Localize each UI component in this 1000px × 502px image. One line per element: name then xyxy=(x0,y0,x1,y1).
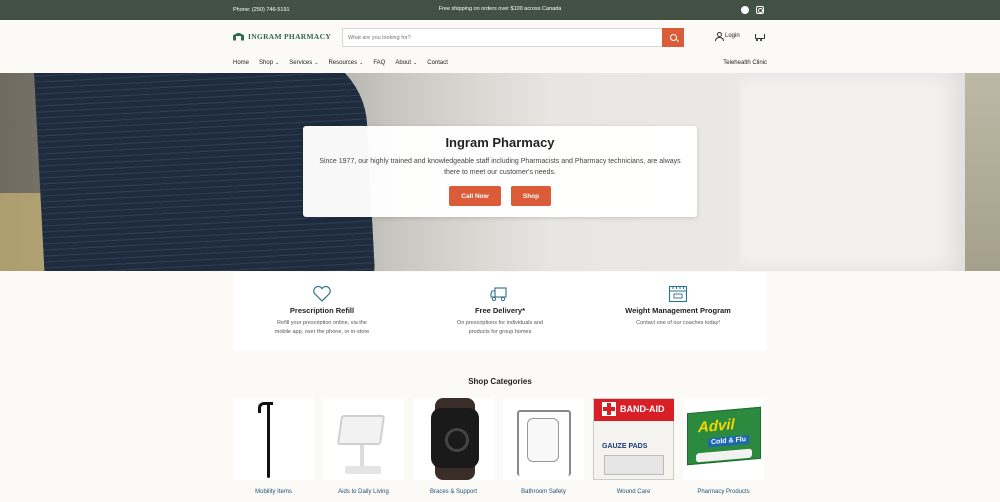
scale-icon xyxy=(668,285,688,303)
red-cross-icon xyxy=(602,402,616,416)
logo-text: INGRAM PHARMACY xyxy=(248,32,332,41)
lamp-stand xyxy=(360,445,364,467)
category-image xyxy=(503,398,584,480)
search-icon xyxy=(669,34,677,41)
site-header: INGRAM PHARMACY Login xyxy=(0,20,1000,53)
lamp-base xyxy=(345,466,381,474)
cane-image xyxy=(258,402,273,478)
nav-item-about[interactable]: About ⌄ xyxy=(395,60,417,66)
cart-icon[interactable] xyxy=(754,33,765,41)
product-brand: BAND-AID xyxy=(620,404,665,414)
facebook-icon[interactable] xyxy=(741,6,749,14)
category-image xyxy=(323,398,404,480)
search-bar xyxy=(342,28,684,47)
feature-prescription-refill[interactable]: Prescription Refill Refill your prescrip… xyxy=(233,272,411,351)
knee-brace-image xyxy=(431,408,479,468)
features-strip: Prescription Refill Refill your prescrip… xyxy=(233,272,767,351)
feature-title: Prescription Refill xyxy=(289,306,355,315)
nav-label: Contact xyxy=(427,60,448,66)
nav-item-faq[interactable]: FAQ xyxy=(373,60,385,66)
hero-card: Ingram Pharmacy Since 1977, our highly t… xyxy=(303,126,697,217)
search-button[interactable] xyxy=(662,28,684,47)
shipping-notice: Free shipping on orders over $100 across… xyxy=(438,6,562,12)
category-image: BAND-AID GAUZE PADS xyxy=(593,398,674,480)
login-link[interactable]: Login xyxy=(715,32,740,41)
category-label: Pharmacy Products xyxy=(697,489,750,495)
product-brand: Advil xyxy=(698,416,735,437)
chevron-down-icon: ⌄ xyxy=(314,60,319,66)
bandaid-box-image: BAND-AID GAUZE PADS xyxy=(593,398,674,480)
feature-text: On prescriptions for individuals and pro… xyxy=(457,320,543,335)
login-label: Login xyxy=(725,33,740,39)
nav-item-services[interactable]: Services ⌄ xyxy=(289,60,318,66)
product-text: Cold & Flu xyxy=(708,434,749,448)
nav-label: Services xyxy=(289,60,313,66)
category-braces-support[interactable]: Braces & Support xyxy=(413,398,494,495)
truck-icon xyxy=(490,287,507,302)
category-image: Advil Cold & Flu xyxy=(683,398,764,480)
category-label: Mobility Items xyxy=(255,489,292,495)
nav-label: About xyxy=(395,60,412,66)
category-bathroom-safety[interactable]: Bathroom Safety xyxy=(503,398,584,495)
nav-label: FAQ xyxy=(373,60,386,66)
light-therapy-lamp-image xyxy=(336,415,386,445)
chevron-down-icon: ⌄ xyxy=(275,60,280,66)
nav-label: Shop xyxy=(259,60,274,66)
feature-text: Contact one of our coaches today! xyxy=(636,320,720,326)
chevron-down-icon: ⌄ xyxy=(413,60,418,66)
shop-categories-heading: Shop Categories xyxy=(468,377,532,386)
chevron-down-icon: ⌄ xyxy=(359,60,364,66)
nav-item-resources[interactable]: Resources ⌄ xyxy=(328,60,363,66)
category-aids-daily-living[interactable]: Aids to Daily Living xyxy=(323,398,404,495)
category-label: Bathroom Safety xyxy=(521,489,566,495)
category-label: Aids to Daily Living xyxy=(338,489,389,495)
heart-icon xyxy=(313,285,331,302)
advil-box-image: Advil Cold & Flu xyxy=(687,406,761,466)
feature-title: Free Delivery* xyxy=(474,306,526,315)
category-label: Wound Care xyxy=(616,489,651,495)
nav-label: Home xyxy=(233,60,250,66)
category-wound-care[interactable]: BAND-AID GAUZE PADS Wound Care xyxy=(593,398,674,495)
category-grid: Mobility Items Aids to Daily Living Brac… xyxy=(233,398,767,495)
main-nav: Home Shop ⌄ Services ⌄ Resources ⌄ FAQ Abou… xyxy=(0,53,1000,73)
nav-label: Resources xyxy=(328,60,358,66)
user-icon xyxy=(715,32,724,41)
instagram-icon[interactable] xyxy=(756,6,764,14)
nav-item-home[interactable]: Home xyxy=(233,60,249,66)
logo[interactable]: INGRAM PHARMACY xyxy=(233,32,342,41)
nav-item-telehealth[interactable]: Telehealth Clinic xyxy=(723,60,767,66)
hero-pharmacist-coat xyxy=(740,73,965,271)
product-text: GAUZE PADS xyxy=(602,443,648,450)
nav-item-contact[interactable]: Contact xyxy=(427,60,448,66)
nav-item-shop[interactable]: Shop ⌄ xyxy=(259,60,279,66)
search-input[interactable] xyxy=(343,29,662,46)
hero-title: Ingram Pharmacy xyxy=(445,135,555,150)
hero-text: Since 1977, our highly trained and knowl… xyxy=(319,158,681,176)
toilet-image xyxy=(527,418,559,462)
call-now-button[interactable]: Call Now xyxy=(449,186,501,206)
category-pharmacy-products[interactable]: Advil Cold & Flu Pharmacy Products xyxy=(683,398,764,495)
category-image xyxy=(233,398,314,480)
category-image xyxy=(413,398,494,480)
hero-background-shelf xyxy=(965,73,1000,271)
feature-text: Refill your prescription online, via the… xyxy=(274,320,370,335)
pharmacy-building-icon xyxy=(233,33,244,41)
feature-free-delivery[interactable]: Free Delivery* On prescriptions for indi… xyxy=(411,272,589,351)
social-links xyxy=(741,6,764,14)
category-mobility-items[interactable]: Mobility Items xyxy=(233,398,314,495)
product-photo xyxy=(604,455,664,475)
feature-title: Weight Management Program xyxy=(625,306,731,315)
announcement-bar: Phone: (250) 746-5191 Free shipping on o… xyxy=(0,0,1000,20)
category-label: Braces & Support xyxy=(429,489,478,495)
shop-button[interactable]: Shop xyxy=(511,186,551,206)
product-pills xyxy=(696,448,752,463)
feature-weight-management[interactable]: Weight Management Program Contact one of… xyxy=(589,272,767,351)
